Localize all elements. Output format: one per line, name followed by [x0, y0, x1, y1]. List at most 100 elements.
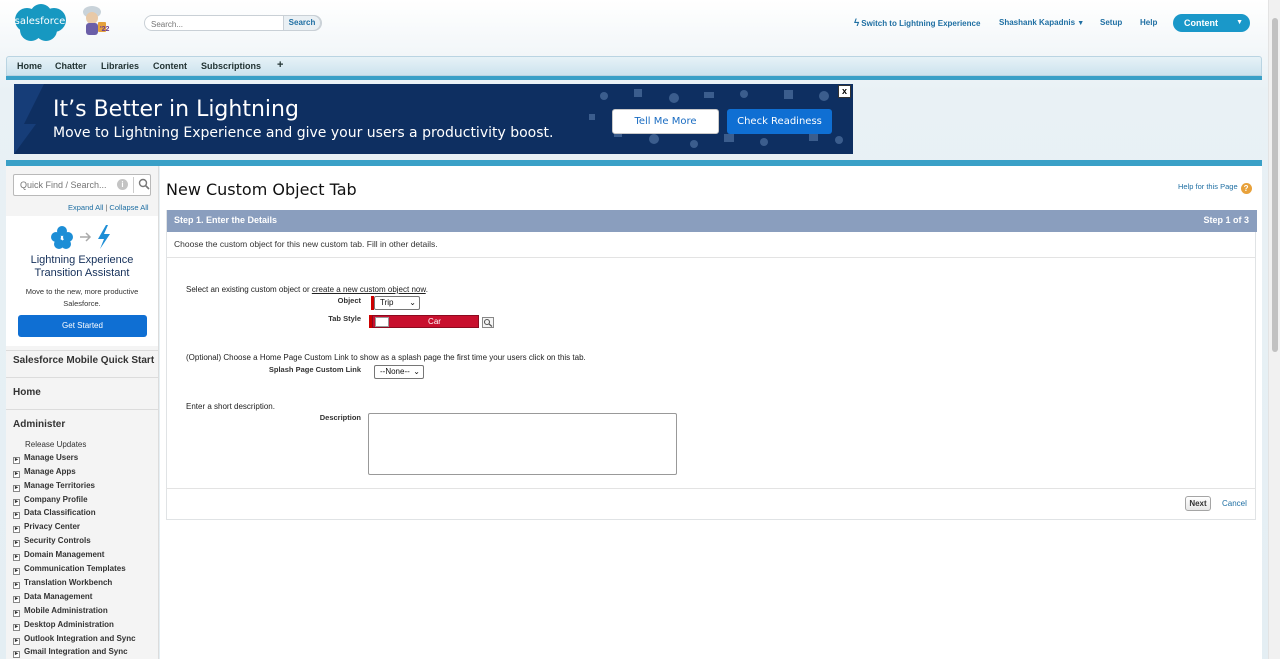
expand-all-link[interactable]: Expand All	[68, 203, 103, 212]
expand-collapse-links: Expand All | Collapse All	[68, 203, 149, 212]
tab-bar-underline	[6, 76, 1262, 80]
chevron-down-icon: ⌄	[409, 298, 416, 307]
step-count: Step 1 of 3	[1203, 215, 1249, 225]
search-icon[interactable]	[138, 178, 150, 190]
help-link[interactable]: Help	[1140, 18, 1157, 27]
salesforce-logo[interactable]: salesforce	[11, 4, 69, 42]
divider	[167, 257, 1255, 258]
tab-content[interactable]: Content	[153, 61, 187, 71]
sidebar-item-desktop-administration[interactable]: ▸ Desktop Administration	[13, 620, 114, 631]
tab-chatter[interactable]: Chatter	[55, 61, 87, 71]
get-started-button[interactable]: Get Started	[18, 315, 147, 337]
help-for-page-label: Help for this Page	[1178, 182, 1238, 191]
expand-icon[interactable]: ▸	[13, 596, 20, 603]
sidebar-item-data-classification[interactable]: ▸ Data Classification	[13, 508, 96, 519]
sidebar-item-label: Data Classification	[24, 508, 96, 517]
sidebar-section-administer: Administer	[13, 419, 66, 430]
sidebar-item-mobile-administration[interactable]: ▸ Mobile Administration	[13, 606, 108, 617]
info-icon[interactable]: i	[117, 179, 128, 190]
splash-page-select-value: --None--	[380, 367, 410, 376]
transition-icons	[51, 225, 110, 249]
create-custom-object-link[interactable]: create a new custom object now	[312, 285, 426, 294]
step-title: Step 1. Enter the Details	[174, 215, 278, 225]
sidebar-item-security-controls[interactable]: ▸ Security Controls	[13, 536, 91, 547]
setup-link[interactable]: Setup	[1100, 18, 1122, 27]
sidebar-item-manage-apps[interactable]: ▸ Manage Apps	[13, 467, 76, 478]
expand-icon[interactable]: ▸	[13, 610, 20, 617]
sidebar-item-privacy-center[interactable]: ▸ Privacy Center	[13, 522, 80, 533]
divider	[6, 350, 158, 351]
expand-icon[interactable]: ▸	[13, 471, 20, 478]
cancel-link[interactable]: Cancel	[1222, 499, 1247, 508]
next-button[interactable]: Next	[1185, 496, 1211, 511]
expand-icon[interactable]: ▸	[13, 526, 20, 533]
page-scrollbar[interactable]	[1268, 0, 1280, 659]
search-input[interactable]	[151, 18, 281, 30]
expand-icon[interactable]: ▸	[13, 485, 20, 492]
user-menu[interactable]: Shashank Kapadnis ▼	[999, 18, 1084, 27]
sidebar-item-label: Security Controls	[24, 536, 91, 545]
tab-style-label: Tab Style	[328, 314, 361, 323]
sidebar-item-company-profile[interactable]: ▸ Company Profile	[13, 495, 88, 506]
expand-icon[interactable]: ▸	[13, 568, 20, 575]
expand-icon[interactable]: ▸	[13, 457, 20, 464]
expand-icon[interactable]: ▸	[13, 512, 20, 519]
app-menu-button[interactable]: Content ▼	[1173, 14, 1250, 32]
sidebar-item-label: Manage Apps	[24, 467, 76, 476]
expand-icon[interactable]: ▸	[13, 499, 20, 506]
sidebar-item-mobile-quick-start[interactable]: Salesforce Mobile Quick Start	[13, 355, 154, 366]
tab-bar: Home Chatter Libraries Content Subscript…	[6, 56, 1262, 76]
tab-subscriptions[interactable]: Subscriptions	[201, 61, 261, 71]
description-textarea[interactable]	[368, 413, 677, 475]
tell-me-more-button[interactable]: Tell Me More	[612, 109, 719, 134]
quick-find-input[interactable]	[20, 180, 112, 190]
lookup-magnifier-icon[interactable]	[482, 317, 494, 328]
sidebar-item-gmail-integration[interactable]: ▸ Gmail Integration and Sync	[13, 647, 128, 658]
expand-icon[interactable]: ▸	[13, 624, 20, 631]
expand-icon[interactable]: ▸	[13, 554, 20, 561]
expand-icon[interactable]: ▸	[13, 582, 20, 589]
tab-home[interactable]: Home	[17, 61, 42, 71]
add-tab-plus-icon[interactable]: +	[277, 59, 283, 71]
splash-page-select[interactable]: --None-- ⌄	[374, 365, 424, 379]
sidebar-item-domain-management[interactable]: ▸ Domain Management	[13, 550, 104, 561]
expand-icon[interactable]: ▸	[13, 651, 20, 658]
transition-assistant-title: Lightning Experience Transition Assistan…	[30, 254, 134, 279]
sidebar-item-manage-territories[interactable]: ▸ Manage Territories	[13, 481, 95, 492]
separator: |	[105, 203, 108, 212]
lightning-bolt-icon	[98, 225, 110, 249]
lightning-bolt-icon: ϟ	[854, 18, 860, 29]
divider	[6, 409, 158, 410]
expand-icon[interactable]: ▸	[13, 540, 20, 547]
search-button[interactable]: Search	[283, 15, 321, 31]
sidebar-item-data-management[interactable]: ▸ Data Management	[13, 592, 92, 603]
step-description: Choose the custom object for this new cu…	[174, 239, 438, 249]
sidebar-item-home[interactable]: Home	[13, 387, 41, 398]
switch-to-lightning-link[interactable]: ϟ Switch to Lightning Experience	[854, 18, 980, 29]
select-object-text-end: .	[425, 285, 428, 294]
sidebar-item-release-updates[interactable]: Release Updates	[25, 440, 86, 449]
banner-subtitle: Move to Lightning Experience and give yo…	[53, 125, 554, 141]
sidebar-item-translation-workbench[interactable]: ▸ Translation Workbench	[13, 578, 112, 589]
release-year: '22	[100, 26, 110, 33]
collapse-all-link[interactable]: Collapse All	[109, 203, 148, 212]
sidebar-item-label: Domain Management	[24, 550, 105, 559]
scrollbar-thumb[interactable]	[1272, 18, 1278, 352]
expand-icon[interactable]: ▸	[13, 638, 20, 645]
check-readiness-button[interactable]: Check Readiness	[727, 109, 832, 134]
object-select[interactable]: Trip ⌄	[374, 296, 420, 310]
tab-libraries[interactable]: Libraries	[101, 61, 139, 71]
sidebar-item-outlook-integration[interactable]: ▸ Outlook Integration and Sync	[13, 634, 136, 645]
description-label: Description	[319, 413, 361, 422]
transition-assistant-desc: Move to the new, more productive Salesfo…	[25, 287, 139, 308]
banner-bolt-graphic	[14, 84, 44, 154]
car-icon	[375, 317, 389, 327]
sidebar-item-label: Privacy Center	[24, 522, 81, 531]
banner-close-icon[interactable]: x	[838, 85, 851, 98]
sidebar-item-communication-templates[interactable]: ▸ Communication Templates	[13, 564, 126, 575]
sidebar-item-label: Gmail Integration and Sync	[24, 647, 128, 656]
sidebar-item-label: Mobile Administration	[24, 606, 108, 615]
tab-style-field[interactable]: Car	[372, 315, 479, 328]
sidebar-item-manage-users[interactable]: ▸ Manage Users	[13, 453, 78, 464]
help-for-page-link[interactable]: Help for this Page?	[1178, 182, 1252, 194]
